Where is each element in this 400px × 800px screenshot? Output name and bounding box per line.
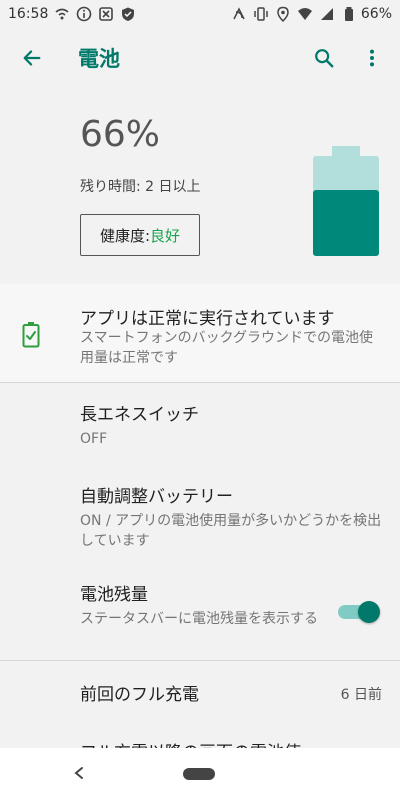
app-status-subtitle: スマートフォンのバックグラウンドでの電池使用量は正常です	[80, 330, 374, 366]
last-full-charge-value: 6 日前	[340, 687, 382, 703]
signal-icon	[319, 6, 335, 22]
search-button[interactable]	[306, 40, 342, 76]
app-bar-actions	[306, 40, 390, 76]
more-options-button[interactable]	[354, 40, 390, 76]
x-app-icon	[98, 6, 114, 22]
status-bar: 16:58 66%	[0, 0, 400, 28]
last-full-charge-label: 前回のフル充電	[80, 685, 199, 705]
setting-summary: OFF	[80, 431, 108, 447]
setting-energy-switch[interactable]: 長エネスイッチ OFF	[80, 400, 390, 449]
setting-title: 自動調整バッテリー	[80, 487, 233, 507]
info-icon	[76, 6, 92, 22]
nav-home-pill[interactable]	[183, 768, 215, 780]
battery-summary: 66% 残り時間: 2 日以上 健康度: 良好	[0, 88, 400, 282]
status-battery-percent: 66%	[360, 6, 392, 22]
vibrate-icon	[253, 6, 269, 22]
divider	[0, 660, 400, 661]
health-label: 健康度:	[99, 226, 151, 245]
setting-summary: ON / アプリの電池使用量が多いかどうかを検出しています	[80, 513, 382, 549]
nfc-icon	[231, 6, 247, 22]
battery-percentage-toggle[interactable]	[338, 600, 380, 623]
status-bar-right: 66%	[231, 6, 392, 22]
more-vert-icon	[369, 49, 375, 67]
screen-usage-since-charge-row[interactable]: フル充電以降の画面の電池使	[80, 738, 301, 748]
wifi-calling-icon	[54, 6, 70, 22]
battery-health-button[interactable]: 健康度: 良好	[80, 214, 200, 256]
battery-level-graphic	[313, 146, 379, 256]
setting-title: 長エネスイッチ	[80, 405, 199, 425]
navigation-bar	[0, 748, 400, 800]
app-bar: 電池	[0, 28, 400, 88]
health-value: 良好	[150, 226, 181, 245]
battery-check-icon	[22, 322, 40, 348]
back-button[interactable]	[14, 40, 50, 76]
status-time: 16:58	[8, 6, 49, 22]
status-battery: 66%	[341, 6, 392, 22]
setting-adaptive-battery[interactable]: 自動調整バッテリー ON / アプリの電池使用量が多いかどうかを検出しています	[80, 482, 390, 551]
location-icon	[275, 6, 291, 22]
battery-icon	[341, 6, 357, 22]
status-bar-left: 16:58	[8, 6, 136, 22]
app-status-title: アプリは正常に実行されています	[80, 309, 335, 329]
app-status-card[interactable]: アプリは正常に実行されています スマートフォンのバックグラウンドでの電池使用量は…	[0, 284, 400, 382]
search-icon	[315, 49, 334, 68]
page-title: 電池	[78, 47, 120, 71]
nav-back-icon	[74, 767, 83, 779]
setting-battery-percentage[interactable]: 電池残量 ステータスバーに電池残量を表示する	[80, 580, 320, 629]
wifi-icon	[297, 6, 313, 22]
nav-back-button[interactable]	[68, 762, 90, 784]
divider	[0, 382, 400, 383]
battery-percent: 66%	[80, 114, 161, 155]
shield-icon	[120, 6, 136, 22]
setting-title: 電池残量	[80, 585, 148, 605]
setting-summary: ステータスバーに電池残量を表示する	[80, 611, 318, 627]
toggle-knob	[358, 601, 380, 623]
battery-remaining-time: 残り時間: 2 日以上	[80, 179, 201, 195]
arrow-back-icon	[23, 50, 41, 66]
